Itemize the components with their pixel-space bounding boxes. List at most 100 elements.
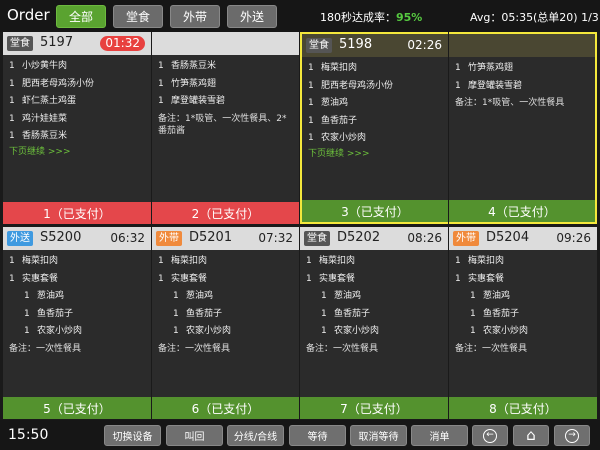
item-list: 1 梅菜扣肉 1 实惠套餐 1 葱油鸡 1 鱼香茄子 1 农家小炒肉 备注：一次性餐具: [449, 253, 597, 397]
item-name: 虾仁蒸土鸡蛋: [22, 96, 77, 106]
item-quantity: 1: [308, 115, 314, 126]
order-timer: 06:32: [110, 231, 145, 245]
tab-delivery[interactable]: 外送: [227, 5, 277, 28]
split-merge-button[interactable]: 分线/合线: [227, 425, 284, 446]
item-name: 葱油鸡: [321, 98, 349, 108]
order-note: 备注：一次性餐具: [158, 343, 231, 354]
item-quantity: 1: [24, 291, 30, 301]
item-quantity: 1: [9, 256, 15, 266]
item-quantity: 1: [470, 326, 476, 336]
recall-button[interactable]: 叫回: [166, 425, 223, 446]
order-number: 5198: [339, 37, 373, 52]
item-name: 实惠套餐: [468, 273, 505, 284]
list-item: 1 肥西老母鸡汤小份: [308, 78, 442, 96]
item-quantity: 1: [455, 273, 461, 284]
order-card[interactable]: 堂食 5198 02:26 1 梅菜扣肉 1 肥西老母鸡汤小份 1 葱油鸡 1 鱼香茄子 1 农家小炒肉…: [300, 32, 448, 224]
clock: 15:50: [8, 427, 49, 443]
list-item: 1 农家小炒肉: [455, 323, 591, 341]
list-item: 1 竹笋蒸鸡翅: [455, 60, 589, 78]
average-time: Avg：05:35: [470, 11, 534, 24]
item-name: 竹笋蒸鸡翅: [468, 63, 514, 73]
prev-page-button[interactable]: ←: [472, 425, 508, 446]
item-name: 农家小炒肉: [483, 326, 529, 336]
rate-label: 180秒达成率：: [320, 11, 396, 24]
item-name: 葱油鸡: [483, 291, 511, 301]
order-type-badge: 外带: [156, 231, 182, 246]
list-item: 1 葱油鸡: [455, 288, 591, 306]
list-item: 1 竹笋蒸鸡翅: [158, 76, 293, 94]
order-card[interactable]: 堂食 5197 01:32 1 小炒黄牛肉 1 肥西老母鸡汤小份 1 虾仁蒸土鸡蛋 1 鸡汁娃娃菜 1…: [3, 32, 151, 224]
item-list: 1 梅菜扣肉 1 实惠套餐 1 葱油鸡 1 鱼香茄子 1 农家小炒肉 备注：一次性餐具: [152, 253, 299, 397]
switch-device-button[interactable]: 切换设备: [104, 425, 161, 446]
item-quantity: 1: [9, 113, 15, 124]
tab-dine-in[interactable]: 堂食: [113, 5, 163, 28]
payment-status-button[interactable]: 7（已支付）: [300, 397, 448, 419]
tab-takeout[interactable]: 外带: [170, 5, 220, 28]
payment-status-button[interactable]: 4（已支付）: [449, 200, 595, 222]
list-item: 1 香肠蒸豆米: [158, 58, 293, 76]
item-name: 小炒黄牛肉: [22, 61, 68, 71]
tab-all[interactable]: 全部: [56, 5, 106, 28]
item-name: 葱油鸡: [334, 291, 362, 301]
payment-status-button[interactable]: 8（已支付）: [449, 397, 597, 419]
order-type-badge: 外送: [7, 231, 33, 246]
item-name: 葱油鸡: [186, 291, 214, 301]
payment-status-button[interactable]: 6（已支付）: [152, 397, 299, 419]
list-item: 1 梅菜扣肉: [455, 253, 591, 271]
item-list: 1 竹笋蒸鸡翅 1 摩登罐装雪碧 备注：1*吸管、一次性餐具: [449, 60, 595, 200]
list-item: 1 农家小炒肉: [308, 130, 442, 148]
order-note: 备注：一次性餐具: [9, 343, 82, 354]
item-quantity: 1: [306, 273, 312, 284]
order-type-badge: 堂食: [7, 36, 33, 51]
order-card[interactable]: 外送 S5200 06:32 1 梅菜扣肉 1 实惠套餐 1 葱油鸡 1 鱼香茄子 1 农家小炒肉 备注：…: [3, 227, 151, 419]
continued-next-page: 下页继续 >>>: [9, 146, 71, 157]
cancel-wait-button[interactable]: 取消等待: [350, 425, 407, 446]
wait-button[interactable]: 等待: [289, 425, 346, 446]
void-order-button[interactable]: 消单: [411, 425, 468, 446]
item-quantity: 1: [24, 308, 30, 319]
item-name: 香肠蒸豆米: [22, 131, 68, 141]
item-name: 实惠套餐: [319, 273, 356, 284]
item-quantity: 1: [470, 291, 476, 301]
next-page-button[interactable]: →: [554, 425, 590, 446]
item-quantity: 1: [321, 326, 327, 336]
item-name: 梅菜扣肉: [171, 256, 208, 266]
list-item: 1 虾仁蒸土鸡蛋: [9, 93, 145, 111]
payment-status-button[interactable]: 5（已支付）: [3, 397, 151, 419]
item-list: 1 小炒黄牛肉 1 肥西老母鸡汤小份 1 虾仁蒸土鸡蛋 1 鸡汁娃娃菜 1 香肠蒸豆米 下页继续 >…: [3, 58, 151, 202]
item-name: 摩登罐装雪碧: [468, 80, 523, 91]
order-card[interactable]: 1 香肠蒸豆米 1 竹笋蒸鸡翅 1 摩登罐装雪碧 备注：1*吸管、一次性餐具、2*番茄酱 2（…: [152, 32, 299, 224]
home-button[interactable]: ⌂: [513, 425, 549, 446]
item-list: 1 梅菜扣肉 1 实惠套餐 1 葱油鸡 1 鱼香茄子 1 农家小炒肉 备注：一次性餐具: [300, 253, 448, 397]
order-note: 备注：一次性餐具: [306, 343, 379, 354]
item-quantity: 1: [308, 133, 314, 143]
order-card[interactable]: 外带 D5204 09:26 1 梅菜扣肉 1 实惠套餐 1 葱油鸡 1 鱼香茄子 1 农家小炒肉 备注：…: [449, 227, 597, 419]
card-header: 外带 D5204 09:26: [449, 227, 597, 250]
order-note: 备注：1*吸管、一次性餐具: [455, 98, 565, 108]
list-item: 1 葱油鸡: [9, 288, 145, 306]
list-item: 1 葱油鸡: [158, 288, 293, 306]
payment-status-button[interactable]: 3（已支付）: [302, 200, 448, 222]
order-number: S5200: [40, 230, 82, 245]
list-item: 1 鱼香茄子: [306, 306, 442, 324]
order-card[interactable]: 1 竹笋蒸鸡翅 1 摩登罐装雪碧 备注：1*吸管、一次性餐具 4（已支付）: [449, 32, 597, 224]
arrow-left-icon: ←: [483, 428, 497, 443]
payment-status-button[interactable]: 2（已支付）: [152, 202, 299, 224]
list-item: 1 小炒黄牛肉: [9, 58, 145, 76]
list-item: 1 鱼香茄子: [308, 113, 442, 131]
item-name: 梅菜扣肉: [468, 256, 505, 266]
arrow-right-icon: →: [565, 428, 579, 443]
list-item: 1 鱼香茄子: [455, 306, 591, 324]
item-quantity: 1: [9, 61, 15, 71]
card-header: [449, 34, 595, 57]
item-name: 鱼香茄子: [37, 308, 74, 319]
item-quantity: 1: [9, 78, 15, 89]
list-item: 1 梅菜扣肉: [9, 253, 145, 271]
order-card[interactable]: 外带 D5201 07:32 1 梅菜扣肉 1 实惠套餐 1 葱油鸡 1 鱼香茄子 1 农家小炒肉 备注：…: [152, 227, 299, 419]
home-icon: ⌂: [526, 426, 536, 444]
item-name: 摩登罐装雪碧: [171, 96, 226, 106]
order-card[interactable]: 堂食 D5202 08:26 1 梅菜扣肉 1 实惠套餐 1 葱油鸡 1 鱼香茄子 1 农家小炒肉 备注：…: [300, 227, 448, 419]
payment-status-button[interactable]: 1（已支付）: [3, 202, 151, 224]
completion-rate: 180秒达成率：95%: [320, 9, 422, 25]
item-name: 鱼香茄子: [483, 308, 520, 319]
